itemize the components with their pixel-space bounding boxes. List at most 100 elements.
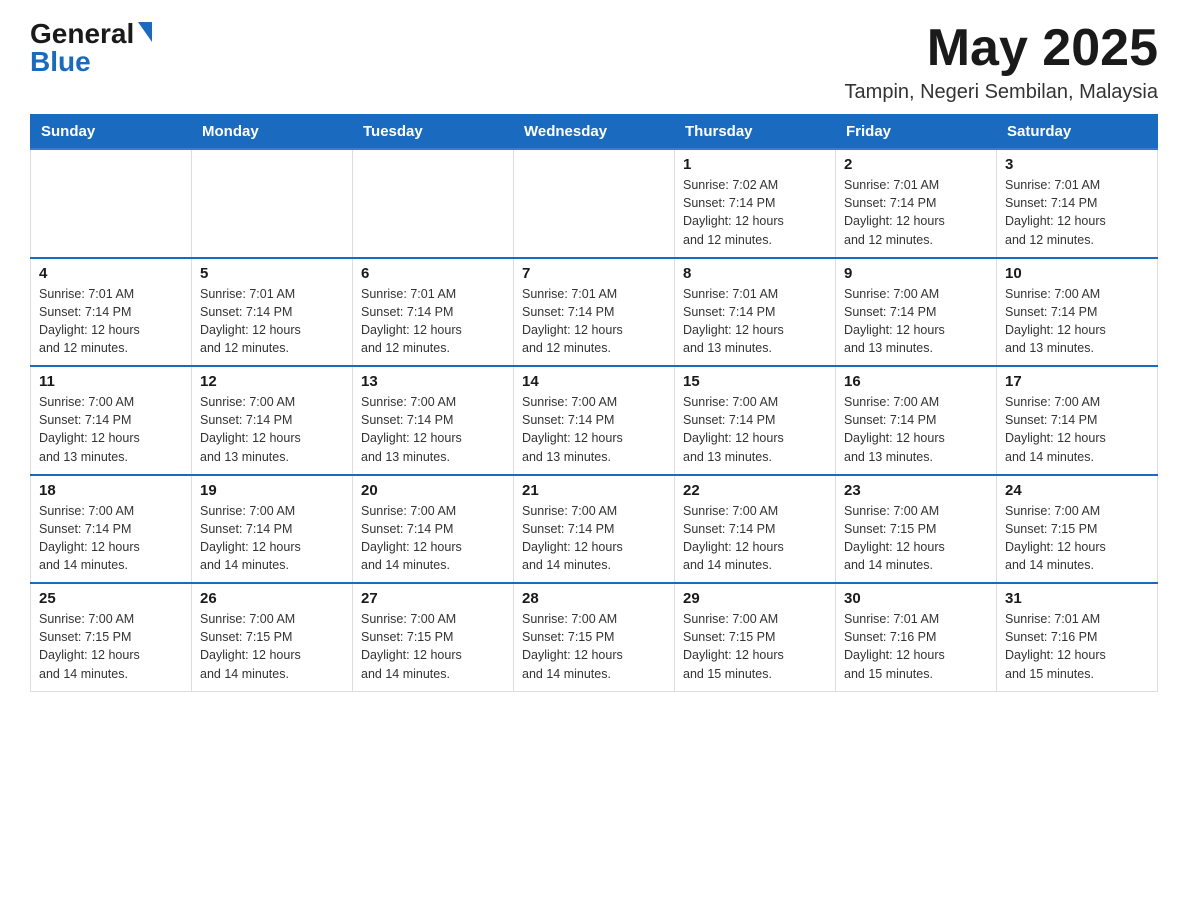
day-info: Sunrise: 7:01 AMSunset: 7:14 PMDaylight:…	[844, 176, 988, 249]
weekday-header-wednesday: Wednesday	[514, 115, 675, 150]
day-number: 30	[844, 590, 988, 607]
day-info: Sunrise: 7:00 AMSunset: 7:15 PMDaylight:…	[683, 610, 827, 683]
day-info: Sunrise: 7:00 AMSunset: 7:15 PMDaylight:…	[844, 502, 988, 575]
day-info: Sunrise: 7:00 AMSunset: 7:14 PMDaylight:…	[844, 285, 988, 358]
calendar-cell: 25Sunrise: 7:00 AMSunset: 7:15 PMDayligh…	[31, 583, 192, 691]
weekday-header-monday: Monday	[192, 115, 353, 150]
day-number: 7	[522, 265, 666, 282]
calendar-cell: 4 Sunrise: 7:01 AMSunset: 7:14 PMDaylight…	[31, 258, 192, 367]
day-info: Sunrise: 7:00 AMSunset: 7:15 PMDaylight:…	[522, 610, 666, 683]
weekday-header-tuesday: Tuesday	[353, 115, 514, 150]
day-info: Sunrise: 7:00 AMSunset: 7:15 PMDaylight:…	[361, 610, 505, 683]
day-info: Sunrise: 7:01 AMSunset: 7:16 PMDaylight:…	[844, 610, 988, 683]
calendar-cell: 19Sunrise: 7:00 AMSunset: 7:14 PMDayligh…	[192, 475, 353, 584]
day-number: 5	[200, 265, 344, 282]
day-info: Sunrise: 7:00 AMSunset: 7:14 PMDaylight:…	[361, 393, 505, 466]
day-info: Sunrise: 7:02 AMSunset: 7:14 PMDaylight:…	[683, 176, 827, 249]
day-number: 8	[683, 265, 827, 282]
weekday-header-friday: Friday	[836, 115, 997, 150]
calendar-cell	[514, 149, 675, 258]
calendar-cell: 24 Sunrise: 7:00 AMSunset: 7:15 PMDayligh…	[997, 475, 1158, 584]
page-header: General Blue May 2025 Tampin, Negeri Sem…	[30, 20, 1158, 104]
calendar-cell: 8Sunrise: 7:01 AMSunset: 7:14 PMDaylight…	[675, 258, 836, 367]
day-number: 4	[39, 265, 183, 282]
day-number: 28	[522, 590, 666, 607]
calendar-cell: 15 Sunrise: 7:00 AMSunset: 7:14 PMDayligh…	[675, 366, 836, 475]
calendar-cell	[353, 149, 514, 258]
day-number: 15	[683, 373, 827, 390]
weekday-header-sunday: Sunday	[31, 115, 192, 150]
day-info: Sunrise: 7:01 AMSunset: 7:14 PMDaylight:…	[361, 285, 505, 358]
day-info: Sunrise: 7:01 AMSunset: 7:16 PMDaylight:…	[1005, 610, 1149, 683]
calendar-cell: 9 Sunrise: 7:00 AMSunset: 7:14 PMDaylight…	[836, 258, 997, 367]
day-number: 12	[200, 373, 344, 390]
calendar-table: SundayMondayTuesdayWednesdayThursdayFrid…	[30, 114, 1158, 692]
calendar-cell: 27 Sunrise: 7:00 AMSunset: 7:15 PMDayligh…	[353, 583, 514, 691]
day-info: Sunrise: 7:01 AMSunset: 7:14 PMDaylight:…	[522, 285, 666, 358]
day-info: Sunrise: 7:01 AMSunset: 7:14 PMDaylight:…	[39, 285, 183, 358]
calendar-cell: 12Sunrise: 7:00 AMSunset: 7:14 PMDayligh…	[192, 366, 353, 475]
day-number: 9	[844, 265, 988, 282]
day-number: 17	[1005, 373, 1149, 390]
calendar-cell: 10 Sunrise: 7:00 AMSunset: 7:14 PMDayligh…	[997, 258, 1158, 367]
location-subtitle: Tampin, Negeri Sembilan, Malaysia	[845, 81, 1158, 104]
day-info: Sunrise: 7:00 AMSunset: 7:15 PMDaylight:…	[1005, 502, 1149, 575]
calendar-week-row: 4 Sunrise: 7:01 AMSunset: 7:14 PMDaylight…	[31, 258, 1158, 367]
day-number: 27	[361, 590, 505, 607]
day-info: Sunrise: 7:00 AMSunset: 7:14 PMDaylight:…	[522, 502, 666, 575]
calendar-cell: 1Sunrise: 7:02 AMSunset: 7:14 PMDaylight…	[675, 149, 836, 258]
day-info: Sunrise: 7:00 AMSunset: 7:14 PMDaylight:…	[683, 502, 827, 575]
weekday-header-saturday: Saturday	[997, 115, 1158, 150]
day-number: 26	[200, 590, 344, 607]
calendar-week-row: 1Sunrise: 7:02 AMSunset: 7:14 PMDaylight…	[31, 149, 1158, 258]
day-info: Sunrise: 7:01 AMSunset: 7:14 PMDaylight:…	[1005, 176, 1149, 249]
day-info: Sunrise: 7:00 AMSunset: 7:14 PMDaylight:…	[1005, 285, 1149, 358]
day-number: 6	[361, 265, 505, 282]
calendar-cell: 11 Sunrise: 7:00 AMSunset: 7:14 PMDayligh…	[31, 366, 192, 475]
calendar-cell: 23Sunrise: 7:00 AMSunset: 7:15 PMDayligh…	[836, 475, 997, 584]
day-info: Sunrise: 7:00 AMSunset: 7:14 PMDaylight:…	[39, 502, 183, 575]
calendar-cell: 20Sunrise: 7:00 AMSunset: 7:14 PMDayligh…	[353, 475, 514, 584]
calendar-cell: 16 Sunrise: 7:00 AMSunset: 7:14 PMDayligh…	[836, 366, 997, 475]
month-year-title: May 2025	[845, 20, 1158, 77]
day-info: Sunrise: 7:00 AMSunset: 7:14 PMDaylight:…	[844, 393, 988, 466]
calendar-cell: 5Sunrise: 7:01 AMSunset: 7:14 PMDaylight…	[192, 258, 353, 367]
day-number: 18	[39, 482, 183, 499]
day-number: 11	[39, 373, 183, 390]
day-number: 10	[1005, 265, 1149, 282]
day-number: 13	[361, 373, 505, 390]
day-info: Sunrise: 7:00 AMSunset: 7:14 PMDaylight:…	[1005, 393, 1149, 466]
calendar-cell: 18 Sunrise: 7:00 AMSunset: 7:14 PMDayligh…	[31, 475, 192, 584]
calendar-cell	[31, 149, 192, 258]
calendar-cell: 30 Sunrise: 7:01 AMSunset: 7:16 PMDayligh…	[836, 583, 997, 691]
day-info: Sunrise: 7:00 AMSunset: 7:15 PMDaylight:…	[39, 610, 183, 683]
calendar-cell: 14 Sunrise: 7:00 AMSunset: 7:14 PMDayligh…	[514, 366, 675, 475]
logo: General Blue	[30, 20, 152, 76]
day-number: 14	[522, 373, 666, 390]
calendar-week-row: 11 Sunrise: 7:00 AMSunset: 7:14 PMDayligh…	[31, 366, 1158, 475]
logo-triangle-icon	[138, 22, 152, 42]
calendar-cell: 29 Sunrise: 7:00 AMSunset: 7:15 PMDayligh…	[675, 583, 836, 691]
day-number: 2	[844, 156, 988, 173]
calendar-cell: 13 Sunrise: 7:00 AMSunset: 7:14 PMDayligh…	[353, 366, 514, 475]
calendar-cell: 26Sunrise: 7:00 AMSunset: 7:15 PMDayligh…	[192, 583, 353, 691]
logo-general-text: General	[30, 20, 134, 48]
title-block: May 2025 Tampin, Negeri Sembilan, Malays…	[845, 20, 1158, 104]
calendar-cell: 28 Sunrise: 7:00 AMSunset: 7:15 PMDayligh…	[514, 583, 675, 691]
calendar-cell: 2 Sunrise: 7:01 AMSunset: 7:14 PMDaylight…	[836, 149, 997, 258]
day-info: Sunrise: 7:00 AMSunset: 7:14 PMDaylight:…	[683, 393, 827, 466]
calendar-week-row: 18 Sunrise: 7:00 AMSunset: 7:14 PMDayligh…	[31, 475, 1158, 584]
calendar-header-row: SundayMondayTuesdayWednesdayThursdayFrid…	[31, 115, 1158, 150]
day-number: 24	[1005, 482, 1149, 499]
calendar-cell: 3Sunrise: 7:01 AMSunset: 7:14 PMDaylight…	[997, 149, 1158, 258]
day-number: 31	[1005, 590, 1149, 607]
day-number: 22	[683, 482, 827, 499]
day-info: Sunrise: 7:00 AMSunset: 7:14 PMDaylight:…	[522, 393, 666, 466]
calendar-cell: 22 Sunrise: 7:00 AMSunset: 7:14 PMDayligh…	[675, 475, 836, 584]
calendar-cell: 7 Sunrise: 7:01 AMSunset: 7:14 PMDaylight…	[514, 258, 675, 367]
day-info: Sunrise: 7:00 AMSunset: 7:14 PMDaylight:…	[39, 393, 183, 466]
day-number: 19	[200, 482, 344, 499]
day-info: Sunrise: 7:00 AMSunset: 7:14 PMDaylight:…	[361, 502, 505, 575]
day-number: 16	[844, 373, 988, 390]
day-number: 29	[683, 590, 827, 607]
